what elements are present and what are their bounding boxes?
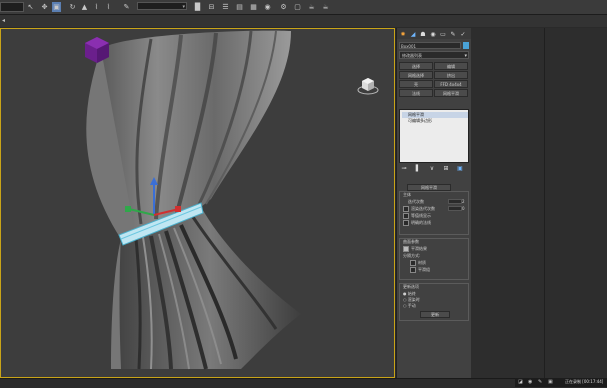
tray-icon-4[interactable]: ▣ — [548, 379, 553, 385]
modifier-button-6[interactable]: FFD 4x4x4 — [434, 80, 468, 88]
tray-icon-2[interactable]: ◉ — [528, 379, 532, 385]
iterations-spinner[interactable] — [448, 199, 462, 204]
right-pane — [471, 28, 607, 378]
surface-label: 曲面参数 — [403, 239, 419, 244]
system-tray: ◪ ◉ ✎ ▣ 正在录制 [00:17:44] — [515, 378, 607, 387]
command-panel-tabs: ✸ ◢ ☗ ◉ ▭ ✎ ✓ — [397, 28, 471, 39]
unlink-icon[interactable]: ⌇ — [104, 2, 113, 12]
select-region-icon[interactable]: ▣ — [52, 2, 61, 12]
mirror-icon[interactable]: ▐▌ — [192, 2, 203, 12]
iterations-label: 迭代次数 — [408, 199, 424, 204]
manual-radio[interactable]: ○ — [403, 303, 407, 308]
render-iterations-checkbox[interactable] — [403, 206, 409, 212]
show-end-result-icon[interactable]: ▌ — [413, 165, 423, 173]
configure-sets-icon[interactable]: ▣ — [455, 165, 465, 173]
isoline-checkbox[interactable] — [403, 213, 409, 219]
surface-parameters-group: 曲面参数 平滑结果 分隔方式: 材质 平滑组 — [399, 238, 469, 280]
rollout-header[interactable]: 网格平滑 — [407, 184, 451, 191]
stack-controls: ⊸ ▌ ∨ ⊞ ▣ — [399, 165, 469, 174]
pane-divider — [544, 28, 545, 378]
ribbon-toggle-icon[interactable]: ◂ — [2, 17, 10, 25]
select-and-link-icon[interactable]: ⌇ — [92, 2, 101, 12]
snap-icon[interactable]: ✎ — [122, 2, 131, 12]
curve-editor-icon[interactable]: ▤ — [235, 2, 244, 12]
tools-tab-icon[interactable]: ✓ — [459, 30, 467, 38]
utilities-tab-icon[interactable]: ✎ — [449, 30, 457, 38]
perspective-viewport[interactable] — [0, 28, 395, 378]
render-iterations-value: 0 — [462, 206, 465, 211]
secondary-toolbar: ◂ — [0, 15, 607, 27]
stack-item-editable-poly[interactable]: 可编辑多边形 — [402, 118, 468, 124]
modifier-button-8[interactable]: 网格平滑 — [434, 89, 468, 97]
align-icon[interactable]: ⊟ — [207, 2, 216, 12]
smoothing-groups-checkbox[interactable] — [410, 267, 416, 273]
render-production-icon[interactable]: ☕ — [321, 2, 330, 12]
materials-row[interactable]: 材质 — [410, 260, 426, 266]
select-object-icon[interactable]: ↖ — [26, 2, 35, 12]
render-setup-icon[interactable]: ⚙ — [279, 2, 288, 12]
update-label: 更新选项 — [403, 284, 419, 289]
modifier-button-5[interactable]: 壳 — [399, 80, 433, 88]
make-unique-icon[interactable]: ∨ — [427, 165, 437, 173]
schematic-view-icon[interactable]: ▦ — [249, 2, 258, 12]
main-toolbar: ↖ ✥ ▣ ↻ ▲ ⌇ ⌇ ✎ ▾ ▐▌ ⊟ ☰ ▤ ▦ ◉ ⚙ ▢ ☕ ☕ — [0, 0, 607, 15]
rendered-frame-icon[interactable]: ▢ — [293, 2, 302, 12]
material-editor-icon[interactable]: ◉ — [263, 2, 272, 12]
update-options-group: 更新选项 ● 始终 ○ 渲染时 ○ 手动 更新 — [399, 283, 469, 321]
smoothing-groups-row[interactable]: 平滑组 — [410, 267, 430, 273]
modifier-list-dropdown[interactable]: 修改器列表 ▾ — [399, 51, 469, 59]
isoline-row[interactable]: 等值线显示 — [403, 213, 431, 219]
object-name-field[interactable]: Box001 — [399, 42, 461, 49]
modifier-stack: 网格平滑 可编辑多边形 — [399, 109, 469, 163]
separate-label: 分隔方式: — [403, 253, 421, 258]
modifier-button-7[interactable]: 法线 — [399, 89, 433, 97]
tray-icon-3[interactable]: ✎ — [538, 379, 542, 385]
render-iterations-spinner[interactable] — [448, 206, 462, 211]
smooth-result-row[interactable]: 平滑结果 — [403, 246, 427, 252]
update-button[interactable]: 更新 — [420, 311, 450, 318]
viewcube-icon[interactable] — [357, 73, 379, 97]
render-iterations-row[interactable]: 渲染迭代次数 — [403, 206, 435, 212]
remove-modifier-icon[interactable]: ⊞ — [441, 165, 451, 173]
named-selection-dropdown[interactable]: ▾ — [137, 2, 187, 10]
modifier-button-1[interactable]: 选择 — [399, 62, 433, 70]
curtain-scene — [85, 30, 301, 370]
modifier-button-3[interactable]: 网格选择 — [399, 71, 433, 79]
motion-tab-icon[interactable]: ◉ — [429, 30, 437, 38]
pin-stack-icon[interactable]: ⊸ — [399, 165, 409, 173]
scale-icon[interactable]: ▲ — [80, 2, 89, 12]
rotate-icon[interactable]: ↻ — [68, 2, 77, 12]
recording-status: 正在录制 [00:17:44] — [565, 379, 604, 384]
modifier-button-2[interactable]: 编辑 — [434, 62, 468, 70]
modifier-button-4[interactable]: 挤出 — [434, 71, 468, 79]
on-render-radio[interactable]: ○ — [403, 297, 407, 302]
materials-checkbox[interactable] — [410, 260, 416, 266]
command-panel: ✸ ◢ ☗ ◉ ▭ ✎ ✓ Box001 修改器列表 ▾ 选择 编辑 网格选择 挤… — [396, 28, 471, 378]
tray-icon-1[interactable]: ◪ — [518, 379, 523, 385]
layer-manager-icon[interactable]: ☰ — [221, 2, 230, 12]
explicit-normals-row[interactable]: 明确的法线 — [403, 220, 431, 226]
explicit-normals-checkbox[interactable] — [403, 220, 409, 226]
hierarchy-tab-icon[interactable]: ☗ — [419, 30, 427, 38]
subdivision-label: 主体 — [403, 192, 411, 197]
object-color-swatch[interactable] — [463, 42, 469, 49]
smooth-result-checkbox[interactable] — [403, 246, 409, 252]
display-tab-icon[interactable]: ▭ — [439, 30, 447, 38]
always-radio[interactable]: ● — [403, 291, 407, 296]
move-icon[interactable]: ✥ — [40, 2, 49, 12]
modify-tab-icon[interactable]: ◢ — [409, 30, 417, 38]
iterations-value: 2 — [462, 199, 465, 204]
manual-radio-row[interactable]: ○ 手动 — [403, 303, 416, 309]
render-icon[interactable]: ☕ — [307, 2, 316, 12]
create-tab-icon[interactable]: ✸ — [399, 30, 407, 38]
selection-set-dropdown[interactable] — [0, 2, 24, 12]
subdivision-amount-group: 主体 迭代次数 2 渲染迭代次数 0 等值线显示 明确的法线 — [399, 191, 469, 235]
